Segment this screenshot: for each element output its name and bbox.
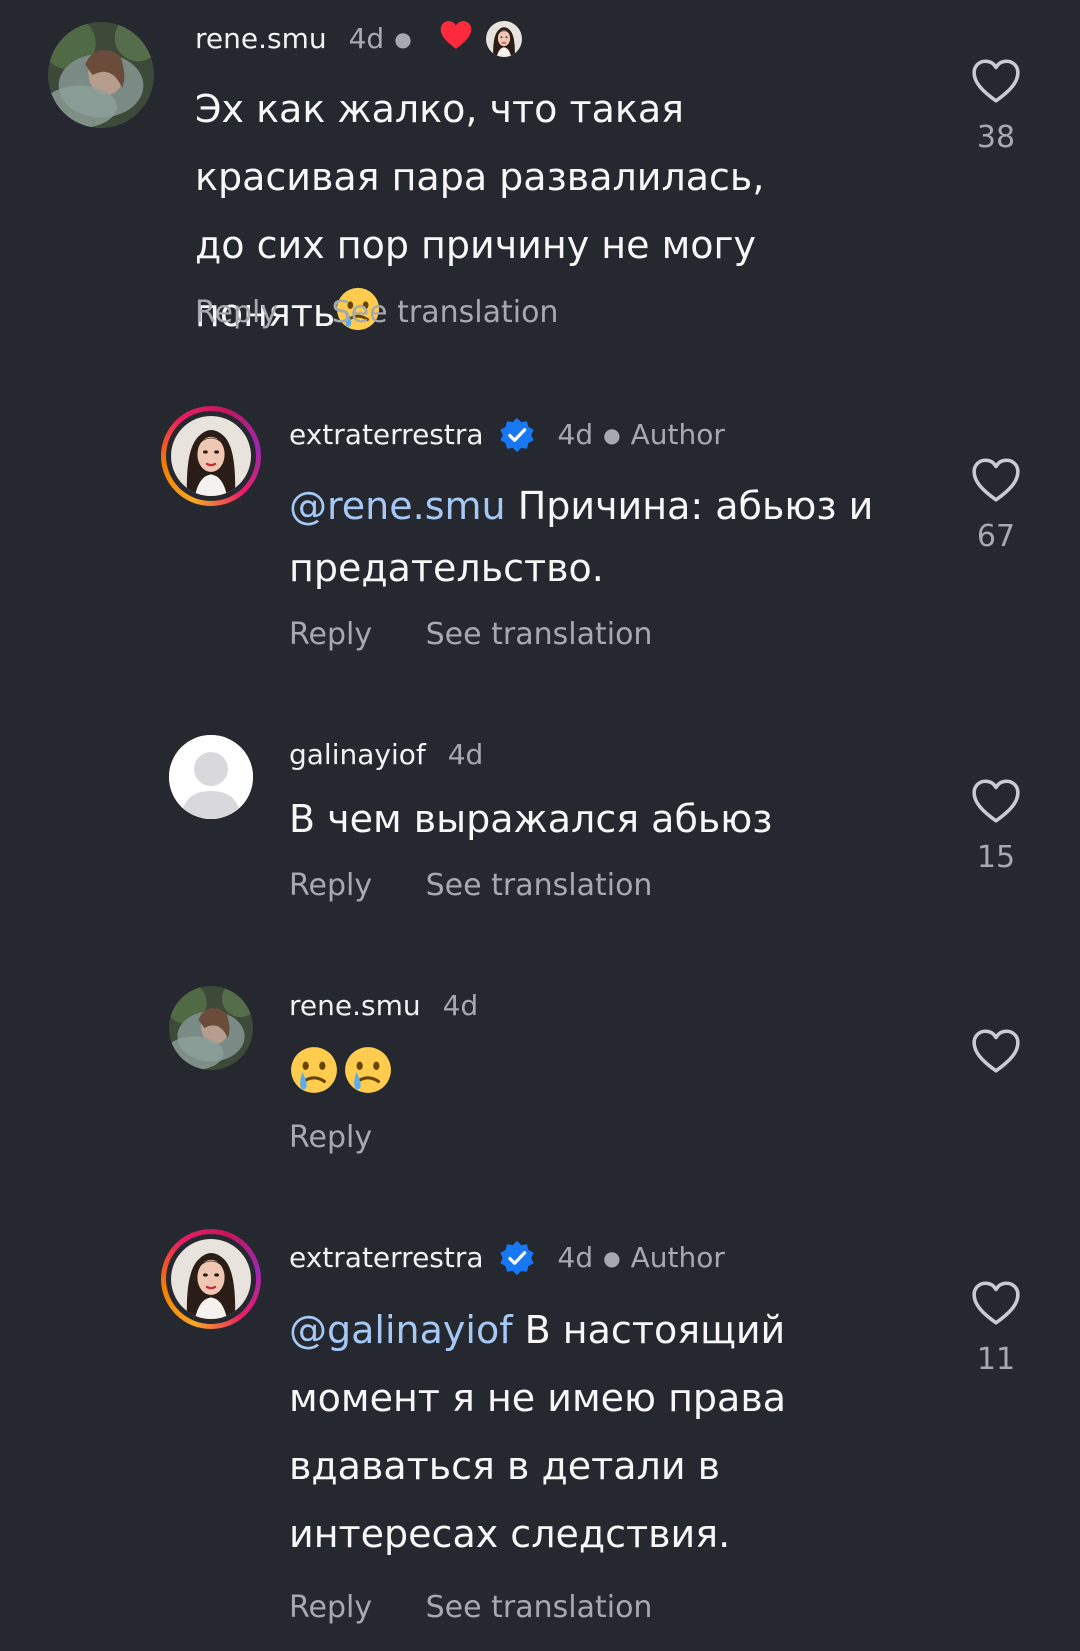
comment-meta: extraterrestra 4d ● Author bbox=[289, 1239, 725, 1277]
heart-icon[interactable] bbox=[971, 778, 1021, 824]
comment-actions: Reply See translation bbox=[195, 295, 558, 330]
reply-button[interactable]: Reply bbox=[195, 295, 278, 330]
username[interactable]: extraterrestra bbox=[289, 418, 484, 452]
username[interactable]: extraterrestra bbox=[289, 1241, 484, 1275]
like-count: 67 bbox=[976, 519, 1016, 554]
comment-meta: rene.smu 4d ● bbox=[195, 19, 524, 59]
see-translation-button[interactable]: See translation bbox=[426, 1590, 653, 1625]
username[interactable]: rene.smu bbox=[195, 22, 327, 56]
comment-actions: Reply See translation bbox=[289, 868, 652, 903]
comment-time: 4d bbox=[557, 1241, 594, 1274]
heart-icon[interactable] bbox=[971, 1028, 1021, 1074]
mention-link[interactable]: @galinayiof bbox=[289, 1308, 513, 1352]
author-liked-heart-icon bbox=[438, 19, 474, 59]
like-control bbox=[968, 1028, 1024, 1078]
username[interactable]: galinayiof bbox=[289, 738, 426, 772]
comment-meta: rene.smu 4d bbox=[289, 989, 478, 1023]
reply-button[interactable]: Reply bbox=[289, 1590, 372, 1625]
mention-link[interactable]: @rene.smu bbox=[289, 484, 506, 528]
comment-text: В чем выражался абьюз bbox=[289, 797, 773, 841]
comment-time: 4d bbox=[557, 418, 594, 451]
comment-actions: Reply bbox=[289, 1120, 372, 1155]
verified-badge-icon bbox=[498, 416, 536, 454]
comment-time: 4d bbox=[442, 989, 479, 1022]
default-avatar-icon bbox=[169, 735, 253, 819]
like-control: 11 bbox=[968, 1280, 1024, 1377]
comment-text: @galinayiof В настоящий момент я не имею… bbox=[289, 1308, 787, 1556]
heart-icon[interactable] bbox=[971, 1280, 1021, 1326]
like-count: 38 bbox=[976, 120, 1016, 155]
avatar[interactable] bbox=[169, 986, 253, 1070]
reply-button[interactable]: Reply bbox=[289, 868, 372, 903]
like-count: 15 bbox=[976, 840, 1016, 875]
avatar[interactable] bbox=[161, 1229, 261, 1329]
reply-button[interactable]: Reply bbox=[289, 1120, 372, 1155]
heart-icon[interactable] bbox=[971, 58, 1021, 104]
comment-text: @rene.smu Причина: абьюз и предательство… bbox=[289, 484, 874, 590]
avatar[interactable] bbox=[161, 406, 261, 506]
comment-actions: Reply See translation bbox=[289, 617, 652, 652]
author-label: Author bbox=[630, 1241, 725, 1274]
comment-actions: Reply See translation bbox=[289, 1590, 652, 1625]
username[interactable]: rene.smu bbox=[289, 989, 421, 1023]
like-control: 38 bbox=[968, 58, 1024, 155]
author-label: Author bbox=[630, 418, 725, 451]
comment-text bbox=[289, 1045, 909, 1108]
avatar[interactable] bbox=[169, 735, 253, 819]
see-translation-button[interactable]: See translation bbox=[426, 868, 653, 903]
comment-meta: galinayiof 4d bbox=[289, 738, 483, 772]
like-count: 11 bbox=[976, 1342, 1016, 1377]
reply-button[interactable]: Reply bbox=[289, 617, 372, 652]
author-avatar-mini bbox=[483, 19, 524, 59]
verified-badge-icon bbox=[498, 1239, 536, 1277]
see-translation-button[interactable]: See translation bbox=[332, 295, 559, 330]
separator-dot: ● bbox=[603, 423, 621, 447]
avatar[interactable] bbox=[48, 22, 154, 128]
crying-face-emoji bbox=[289, 1045, 339, 1108]
see-translation-button[interactable]: See translation bbox=[426, 617, 653, 652]
separator-dot: ● bbox=[394, 27, 412, 51]
heart-icon[interactable] bbox=[971, 457, 1021, 503]
like-control: 67 bbox=[968, 457, 1024, 554]
comment-time: 4d bbox=[348, 22, 385, 55]
crying-face-emoji bbox=[343, 1045, 393, 1108]
like-control: 15 bbox=[968, 778, 1024, 875]
comment-time: 4d bbox=[447, 738, 484, 771]
comment-meta: extraterrestra 4d ● Author bbox=[289, 416, 725, 454]
separator-dot: ● bbox=[603, 1246, 621, 1270]
